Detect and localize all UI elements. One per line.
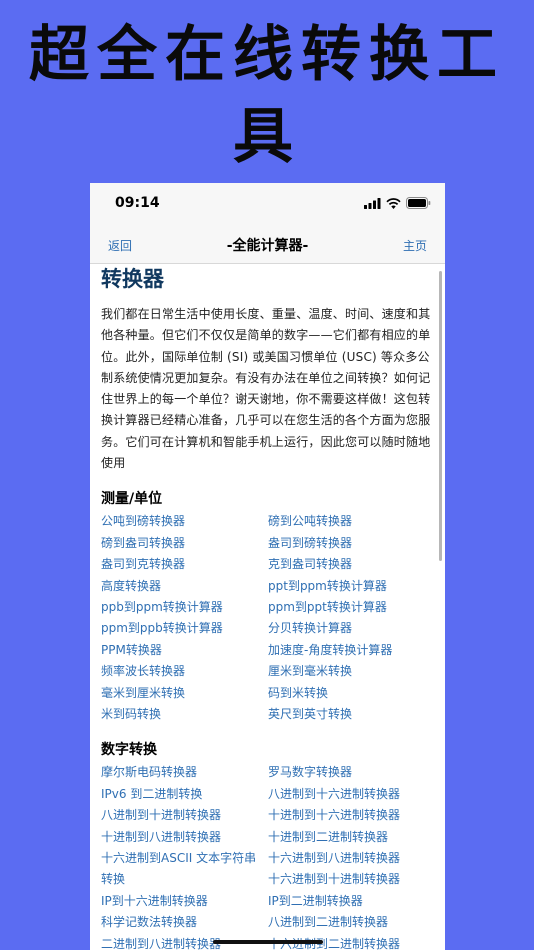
converter-link[interactable]: 转换 bbox=[101, 869, 268, 890]
converter-link[interactable]: 毫米到厘米转换 bbox=[101, 683, 268, 704]
status-bar: 09:14 bbox=[90, 183, 445, 227]
converter-link[interactable]: 码到米转换 bbox=[268, 683, 435, 704]
converter-link[interactable]: 八进制到十六进制转换器 bbox=[268, 784, 435, 805]
converter-link[interactable]: 科学记数法转换器 bbox=[101, 912, 268, 933]
status-icons bbox=[364, 197, 431, 209]
converter-link[interactable]: 十进制到二进制转换器 bbox=[268, 827, 435, 848]
converter-link[interactable]: 十六进制到八进制转换器 bbox=[268, 848, 435, 869]
converter-link[interactable]: 摩尔斯电码转换器 bbox=[101, 762, 268, 783]
phone-screen: 09:14 返回 -全能计算器- 主页 转换器 我们都在日常生活中使用长度、重量… bbox=[90, 183, 445, 950]
converter-link[interactable]: 十进制到十六进制转换器 bbox=[268, 805, 435, 826]
converter-link[interactable]: 英尺到英寸转换 bbox=[268, 704, 435, 725]
converter-link[interactable]: 厘米到毫米转换 bbox=[268, 661, 435, 682]
converter-link[interactable]: 罗马数字转换器 bbox=[268, 762, 435, 783]
navigation-bar: 返回 -全能计算器- 主页 bbox=[90, 227, 445, 264]
wifi-icon bbox=[386, 197, 401, 209]
scrollbar[interactable] bbox=[439, 271, 442, 561]
converter-link[interactable]: ppm到ppb转换计算器 bbox=[101, 618, 268, 639]
converter-link[interactable]: 十进制到八进制转换器 bbox=[101, 827, 268, 848]
converter-link[interactable]: 磅到公吨转换器 bbox=[268, 511, 435, 532]
converter-link[interactable]: IPv6 到二进制转换 bbox=[101, 784, 268, 805]
converter-link[interactable]: 公吨到磅转换器 bbox=[101, 511, 268, 532]
converter-link[interactable]: IP到二进制转换器 bbox=[268, 891, 435, 912]
converter-link[interactable]: 八进制到二进制转换器 bbox=[268, 912, 435, 933]
number-conversion-links: 摩尔斯电码转换器 罗马数字转换器 IPv6 到二进制转换 八进制到十六进制转换器… bbox=[101, 762, 433, 950]
home-indicator[interactable] bbox=[213, 940, 323, 944]
status-time: 09:14 bbox=[115, 195, 160, 211]
converter-link[interactable]: 克到盎司转换器 bbox=[268, 554, 435, 575]
intro-paragraph: 我们都在日常生活中使用长度、重量、温度、时间、速度和其他各种量。但它们不仅仅是简… bbox=[101, 307, 431, 471]
converter-link[interactable]: ppt到ppm转换计算器 bbox=[268, 576, 435, 597]
converter-link[interactable]: 高度转换器 bbox=[101, 576, 268, 597]
promo-line-1: 超全在线转换工 bbox=[29, 20, 505, 90]
signal-icon bbox=[364, 197, 381, 209]
converter-link[interactable]: 加速度-角度转换计算器 bbox=[268, 640, 435, 661]
converter-link[interactable]: 米到码转换 bbox=[101, 704, 268, 725]
converter-link[interactable]: 磅到盎司转换器 bbox=[101, 533, 268, 554]
converter-link[interactable]: 盎司到克转换器 bbox=[101, 554, 268, 575]
page-title: 转换器 bbox=[101, 267, 164, 291]
battery-icon bbox=[406, 197, 431, 209]
section-title-number-conversion: 数字转换 bbox=[101, 742, 157, 759]
converter-link[interactable]: 十六进制到十进制转换器 bbox=[268, 869, 435, 890]
converter-link[interactable]: 分贝转换计算器 bbox=[268, 618, 435, 639]
converter-link[interactable]: 盎司到磅转换器 bbox=[268, 533, 435, 554]
converter-link[interactable]: 十六进制到ASCII 文本字符串 bbox=[101, 848, 268, 869]
converter-link[interactable]: 频率波长转换器 bbox=[101, 661, 268, 682]
converter-link[interactable]: ppm到ppt转换计算器 bbox=[268, 597, 435, 618]
converter-link[interactable]: 八进制到十进制转换器 bbox=[101, 805, 268, 826]
promo-line-2: 具 bbox=[233, 102, 301, 172]
promo-headline: 超全在线转换工 具 bbox=[0, 14, 534, 178]
home-button[interactable]: 主页 bbox=[403, 237, 427, 254]
converter-link[interactable]: ppb到ppm转换计算器 bbox=[101, 597, 268, 618]
measurement-links: 公吨到磅转换器 磅到公吨转换器 磅到盎司转换器 盎司到磅转换器 盎司到克转换器 … bbox=[101, 511, 433, 725]
converter-link[interactable]: IP到十六进制转换器 bbox=[101, 891, 268, 912]
page-content: 转换器 我们都在日常生活中使用长度、重量、温度、时间、速度和其他各种量。但它们不… bbox=[101, 265, 433, 950]
nav-title: -全能计算器- bbox=[226, 238, 309, 254]
converter-link[interactable]: PPM转换器 bbox=[101, 640, 268, 661]
section-title-measurement: 测量/单位 bbox=[101, 491, 163, 508]
